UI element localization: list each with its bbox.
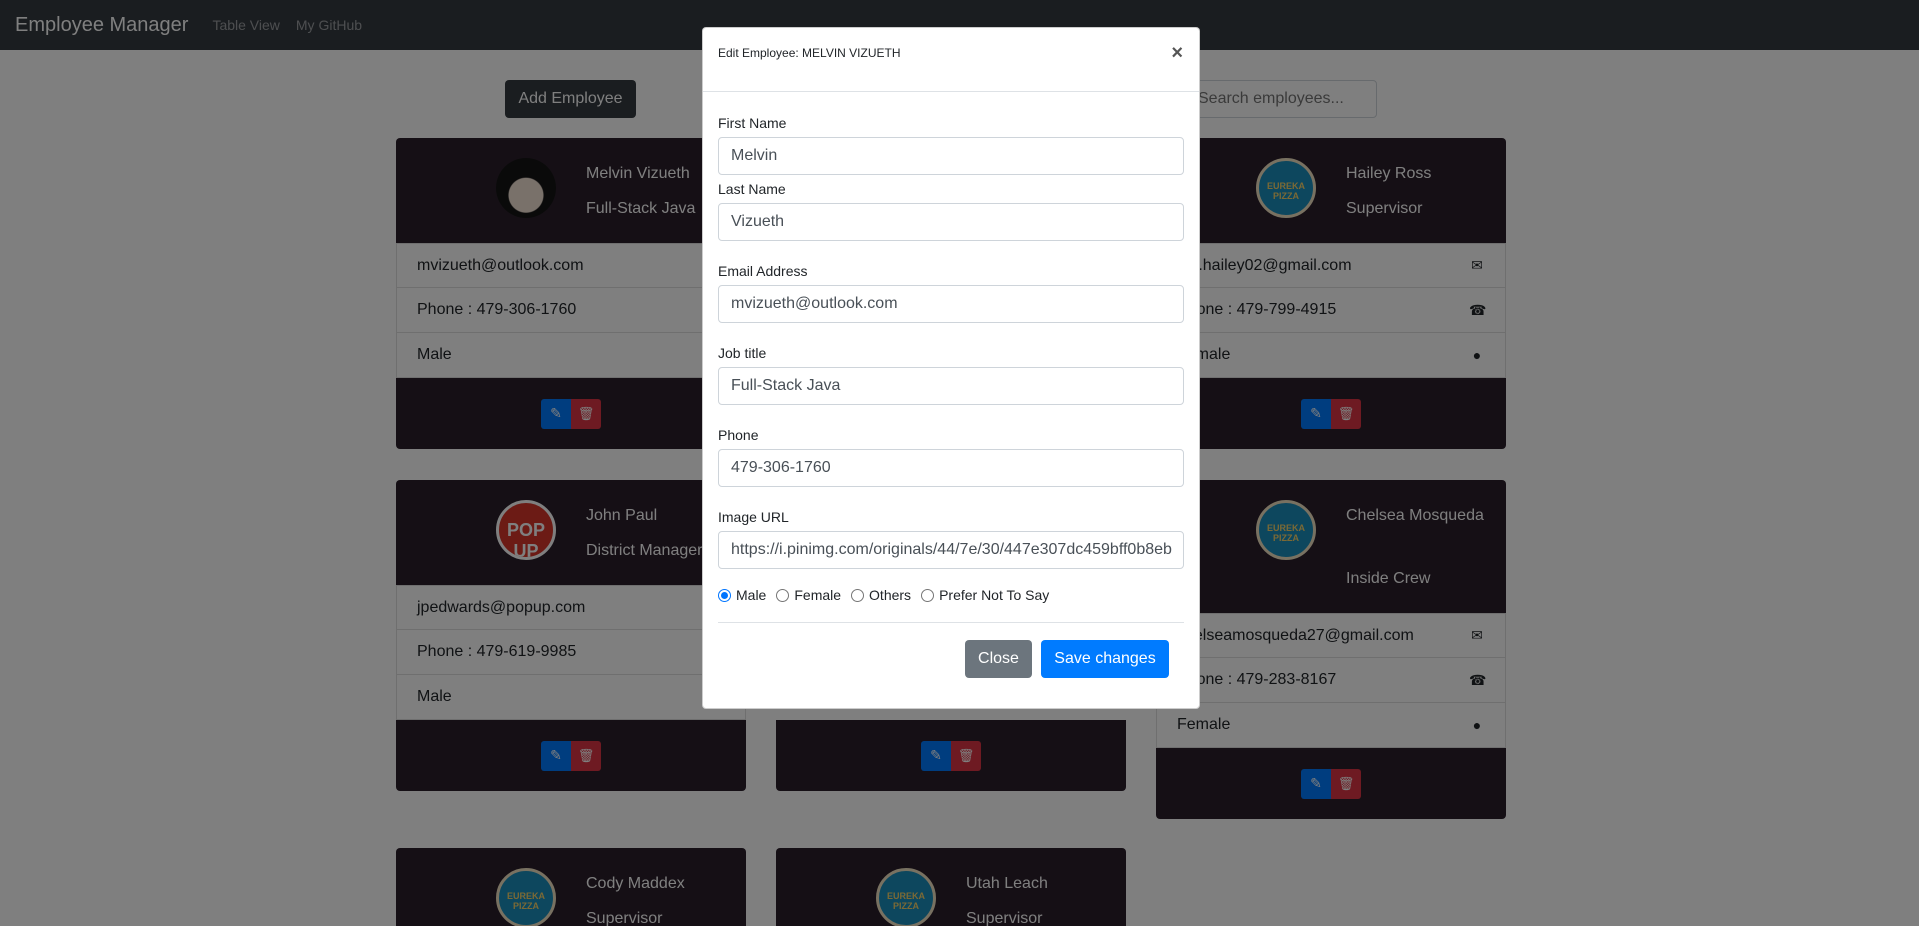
close-icon[interactable]: ×: [1171, 42, 1183, 65]
radio-label: Female: [794, 587, 842, 603]
save-changes-button[interactable]: Save changes: [1041, 640, 1169, 678]
first-name-input[interactable]: Melvin: [718, 137, 1184, 175]
radio-male[interactable]: Male: [718, 587, 766, 603]
close-button[interactable]: Close: [965, 640, 1032, 678]
radio-button-selected[interactable]: [718, 588, 731, 602]
radio-button[interactable]: [851, 588, 865, 602]
phone-label: Phone: [718, 427, 759, 443]
radio-button[interactable]: [921, 588, 935, 602]
gender-radio-group: Male Female Others Prefer Not To Say: [718, 587, 1059, 603]
radio-others[interactable]: Others: [851, 587, 911, 603]
first-name-label: First Name: [718, 115, 787, 131]
radio-prefer-not-to-say[interactable]: Prefer Not To Say: [921, 587, 1049, 603]
job-title-input[interactable]: Full-Stack Java: [718, 367, 1184, 405]
email-input[interactable]: mvizueth@outlook.com: [718, 285, 1184, 323]
modal-header: Edit Employee: MELVIN VIZUETH ×: [703, 28, 1199, 92]
radio-label: Others: [869, 587, 912, 603]
image-url-input[interactable]: https://i.pinimg.com/originals/44/7e/30/…: [718, 531, 1184, 569]
image-url-label: Image URL: [718, 509, 789, 525]
radio-label: Prefer Not To Say: [939, 587, 1050, 603]
email-label: Email Address: [718, 263, 808, 279]
last-name-label: Last Name: [718, 181, 786, 197]
radio-button[interactable]: [776, 588, 790, 602]
modal-title: Edit Employee: MELVIN VIZUETH: [718, 46, 901, 60]
modal-divider: [718, 622, 1184, 623]
radio-label: Male: [736, 587, 767, 603]
radio-female[interactable]: Female: [776, 587, 841, 603]
edit-employee-modal: Edit Employee: MELVIN VIZUETH × First Na…: [702, 27, 1200, 709]
job-title-label: Job title: [718, 345, 767, 361]
phone-input[interactable]: 479-306-1760: [718, 449, 1184, 487]
last-name-input[interactable]: Vizueth: [718, 203, 1184, 241]
